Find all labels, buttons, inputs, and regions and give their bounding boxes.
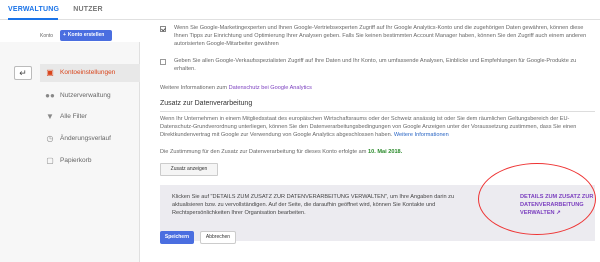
section-body: Wenn Ihr Unternehmen in einem Mitgliedss… <box>160 115 595 139</box>
trash-icon: ▢ <box>46 156 54 165</box>
sidebar-item-nutzerverwaltung[interactable]: ●● Nutzerverwaltung <box>40 87 140 105</box>
sidebar-item-label: Nutzerverwaltung <box>60 92 111 99</box>
privacy-info: Weitere Informationen zum Datenschutz be… <box>160 84 580 92</box>
tab-verwaltung[interactable]: VERWALTUNG <box>8 0 59 20</box>
create-account-button[interactable]: + Konto erstellen <box>60 30 112 41</box>
sidebar-item-kontoeinstellungen[interactable]: ▣ Kontoeinstellungen <box>40 64 140 82</box>
account-label: Konto <box>40 33 54 39</box>
sidebar-item-label: Änderungsverlauf <box>60 135 111 142</box>
sidebar-item-label: Alle Filter <box>60 113 88 120</box>
sidebar-item-filter[interactable]: ▼ Alle Filter <box>40 108 140 126</box>
privacy-link[interactable]: Datenschutz bei Google Analytics <box>229 85 312 91</box>
filter-icon: ▼ <box>46 112 54 121</box>
privacy-prefix: Weitere Informationen zum <box>160 85 228 91</box>
create-account-label: Konto erstellen <box>67 32 105 38</box>
save-button[interactable]: Speichern <box>160 231 194 244</box>
checkbox-google-experts-label: Wenn Sie Google-Marketingexperten und Ih… <box>174 25 587 47</box>
consent-prefix: Die Zustimmung für den Zusatz zur Datenv… <box>160 149 367 155</box>
settings-icon: ▣ <box>46 68 54 77</box>
section-divider <box>160 111 595 112</box>
top-tabs: VERWALTUNG NUTZER <box>0 0 600 20</box>
cancel-button[interactable]: Abbrechen <box>200 231 236 244</box>
sidebar-item-papierkorb[interactable]: ▢ Papierkorb <box>40 152 140 170</box>
checkbox-google-experts[interactable] <box>160 26 166 32</box>
sidebar-item-label: Kontoeinstellungen <box>60 69 116 76</box>
checkbox-sales-specialists-label: Geben Sie allen Google-Verkaufsspezialis… <box>174 58 577 72</box>
annotation-circle <box>478 163 596 235</box>
consent-info: Die Zustimmung für den Zusatz zur Datenv… <box>160 149 403 155</box>
checkbox-sales-specialists[interactable] <box>160 59 166 65</box>
notice-text: Klicken Sie auf "DETAILS ZUM ZUSATZ ZUR … <box>172 194 455 216</box>
show-addendum-button[interactable]: Zusatz anzeigen <box>160 163 218 176</box>
users-icon: ●● <box>45 91 55 100</box>
more-info-link[interactable]: Weitere Informationen <box>394 132 449 138</box>
section-title: Zusatz zur Datenverarbeitung <box>160 100 253 107</box>
section-body-text: Wenn Ihr Unternehmen in einem Mitgliedss… <box>160 116 577 138</box>
sidebar-item-label: Papierkorb <box>60 157 92 164</box>
tab-nutzer[interactable]: NUTZER <box>70 0 106 20</box>
sidebar-item-aenderungsverlauf[interactable]: ◷ Änderungsverlauf <box>40 130 140 148</box>
back-arrow-icon[interactable]: ↵ <box>14 66 32 80</box>
history-icon: ◷ <box>46 134 54 143</box>
plus-icon: + <box>63 32 66 38</box>
consent-date: 10. Mai 2018 <box>368 149 401 155</box>
